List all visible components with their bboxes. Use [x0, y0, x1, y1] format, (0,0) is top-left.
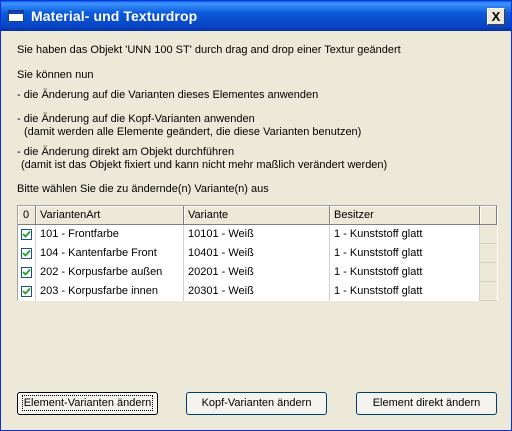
- prompt-text: Bitte wählen Sie die zu ändernde(n) Vari…: [17, 183, 269, 195]
- row-checkbox[interactable]: [21, 286, 32, 297]
- cell-besitzer: 1 - Kunststoff glatt: [330, 263, 480, 282]
- table-row[interactable]: 101 - Frontfarbe 10101 - Weiß 1 - Kunsts…: [18, 225, 497, 244]
- cell-variante: 10401 - Weiß: [184, 244, 330, 263]
- cell-variante: 10101 - Weiß: [184, 225, 330, 244]
- row-checkbox[interactable]: [21, 267, 32, 278]
- window-icon: [8, 10, 24, 22]
- cell-variante: 20301 - Weiß: [184, 282, 330, 301]
- cell-variante: 20201 - Weiß: [184, 263, 330, 282]
- element-varianten-label: Element-Varianten ändern: [21, 395, 154, 411]
- table-row[interactable]: 203 - Korpusfarbe innen 20301 - Weiß 1 -…: [18, 282, 497, 301]
- cell-variantenart: 202 - Korpusfarbe außen: [36, 263, 184, 282]
- cell-variantenart: 104 - Kantenfarbe Front: [36, 244, 184, 263]
- option-direkt-text: - die Änderung direkt am Objekt durchfüh…: [17, 146, 235, 158]
- row-checkbox[interactable]: [21, 229, 32, 240]
- cell-besitzer: 1 - Kunststoff glatt: [330, 282, 480, 301]
- kopf-varianten-button[interactable]: Kopf-Varianten ändern: [186, 392, 327, 415]
- table-row[interactable]: 104 - Kantenfarbe Front 10401 - Weiß 1 -…: [18, 244, 497, 263]
- intro-text: Sie können nun: [17, 69, 94, 81]
- element-direkt-button[interactable]: Element direkt ändern: [356, 392, 497, 415]
- option-kopf-text: - die Änderung auf die Kopf-Varianten an…: [17, 113, 255, 125]
- close-button[interactable]: X: [487, 8, 505, 25]
- element-varianten-button[interactable]: Element-Varianten ändern: [17, 392, 158, 415]
- option-element-text: - die Änderung auf die Varianten dieses …: [17, 89, 319, 101]
- title-bar[interactable]: Material- und Texturdrop X: [1, 1, 511, 31]
- kopf-varianten-label: Kopf-Varianten ändern: [201, 397, 312, 409]
- cell-variantenart: 203 - Korpusfarbe innen: [36, 282, 184, 301]
- dialog-window: Material- und Texturdrop X Sie haben das…: [0, 0, 512, 431]
- table-row[interactable]: 202 - Korpusfarbe außen 20201 - Weiß 1 -…: [18, 263, 497, 282]
- column-header-check[interactable]: 0: [18, 206, 36, 225]
- column-header-filler: [480, 206, 497, 225]
- variants-table[interactable]: 0 VariantenArt Variante Besitzer 101 - F…: [17, 205, 498, 301]
- column-header-variantenart[interactable]: VariantenArt: [36, 206, 184, 225]
- cell-besitzer: 1 - Kunststoff glatt: [330, 244, 480, 263]
- window-title: Material- und Texturdrop: [31, 8, 198, 24]
- info-text: Sie haben das Objekt 'UNN 100 ST' durch …: [17, 44, 401, 56]
- option-kopf-note: (damit werden alle Elemente geändert, di…: [24, 126, 362, 138]
- column-header-variante[interactable]: Variante: [184, 206, 330, 225]
- row-checkbox[interactable]: [21, 248, 32, 259]
- cell-besitzer: 1 - Kunststoff glatt: [330, 225, 480, 244]
- option-direkt-note: (damit ist das Objekt fixiert und kann n…: [21, 159, 388, 171]
- cell-variantenart: 101 - Frontfarbe: [36, 225, 184, 244]
- element-direkt-label: Element direkt ändern: [372, 397, 481, 409]
- column-header-besitzer[interactable]: Besitzer: [330, 206, 480, 225]
